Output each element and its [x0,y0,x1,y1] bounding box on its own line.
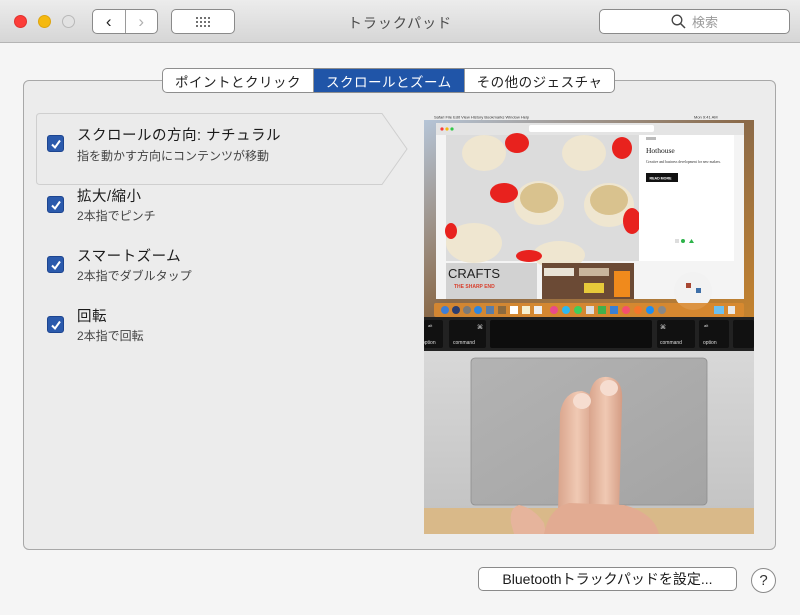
setup-bluetooth-trackpad-button[interactable]: Bluetoothトラックパッドを設定... [478,567,737,591]
tab-scroll-and-zoom[interactable]: スクロールとズーム [313,69,464,92]
option-title: 回転 [77,309,107,325]
option-title: スクロールの方向: ナチュラル [77,128,282,144]
zoom-checkbox[interactable] [47,196,64,213]
svg-text:option: option [424,340,436,346]
address-bar [529,125,654,132]
svg-text:command: command [453,340,475,346]
help-button[interactable]: ? [751,568,776,593]
svg-text:⌘: ⌘ [477,324,483,331]
search-placeholder: 検索 [691,15,718,30]
option-rotate[interactable]: 回転 2本指で回転 [36,305,396,365]
svg-text:THE SHARP END: THE SHARP END [454,284,495,290]
svg-text:option: option [703,340,717,346]
checkmark-icon [50,139,61,149]
tab-more-gestures[interactable]: その他のジェスチャ [463,69,615,92]
checkmark-icon [50,260,61,270]
option-scroll-direction[interactable]: スクロールの方向: ナチュラル 指を動かす方向にコンテンツが移動 [36,113,408,185]
magnifier-icon [671,14,686,29]
title-bar: ‹ › トラックパッド 検索 [0,0,800,43]
svg-text:READ MORE: READ MORE [650,177,673,181]
checkmark-icon [50,200,61,210]
option-smart-zoom[interactable]: スマートズーム 2本指でダブルタップ [36,245,396,305]
tab-point-and-click[interactable]: ポイントとクリック [163,69,313,92]
article-text: Creative and business development for ne… [646,160,721,164]
option-subtitle: 指を動かす方向にコンテンツが移動 [77,149,270,163]
option-subtitle: 2本指でピンチ [77,209,156,223]
rotate-checkbox[interactable] [47,316,64,333]
preview-illustration: Safari File Edit View History Bookmarks … [424,113,754,534]
option-zoom[interactable]: 拡大/縮小 2本指でピンチ [36,185,396,245]
option-title: スマートズーム [77,249,182,265]
svg-text:command: command [660,340,682,346]
space-bar [490,320,652,348]
crafts-title: CRAFTS [448,266,500,281]
svg-text:⌘: ⌘ [660,324,666,331]
checkmark-icon [50,320,61,330]
menu-bar-clock: Mon 9:41 AM [694,115,718,120]
gesture-preview-video: Safari File Edit View History Bookmarks … [424,113,754,534]
question-mark-icon: ? [759,572,768,589]
article-heading: Hothouse [646,146,675,155]
scroll-direction-checkbox[interactable] [47,135,64,152]
tab-bar: ポイントとクリック スクロールとズーム その他のジェスチャ [162,68,616,93]
option-title: 拡大/縮小 [77,189,142,205]
search-field[interactable]: 検索 [599,9,790,34]
option-subtitle: 2本指で回転 [77,329,144,343]
option-subtitle: 2本指でダブルタップ [77,269,192,283]
smart-zoom-checkbox[interactable] [47,256,64,273]
menu-bar-items: Safari File Edit View History Bookmarks … [434,115,530,120]
